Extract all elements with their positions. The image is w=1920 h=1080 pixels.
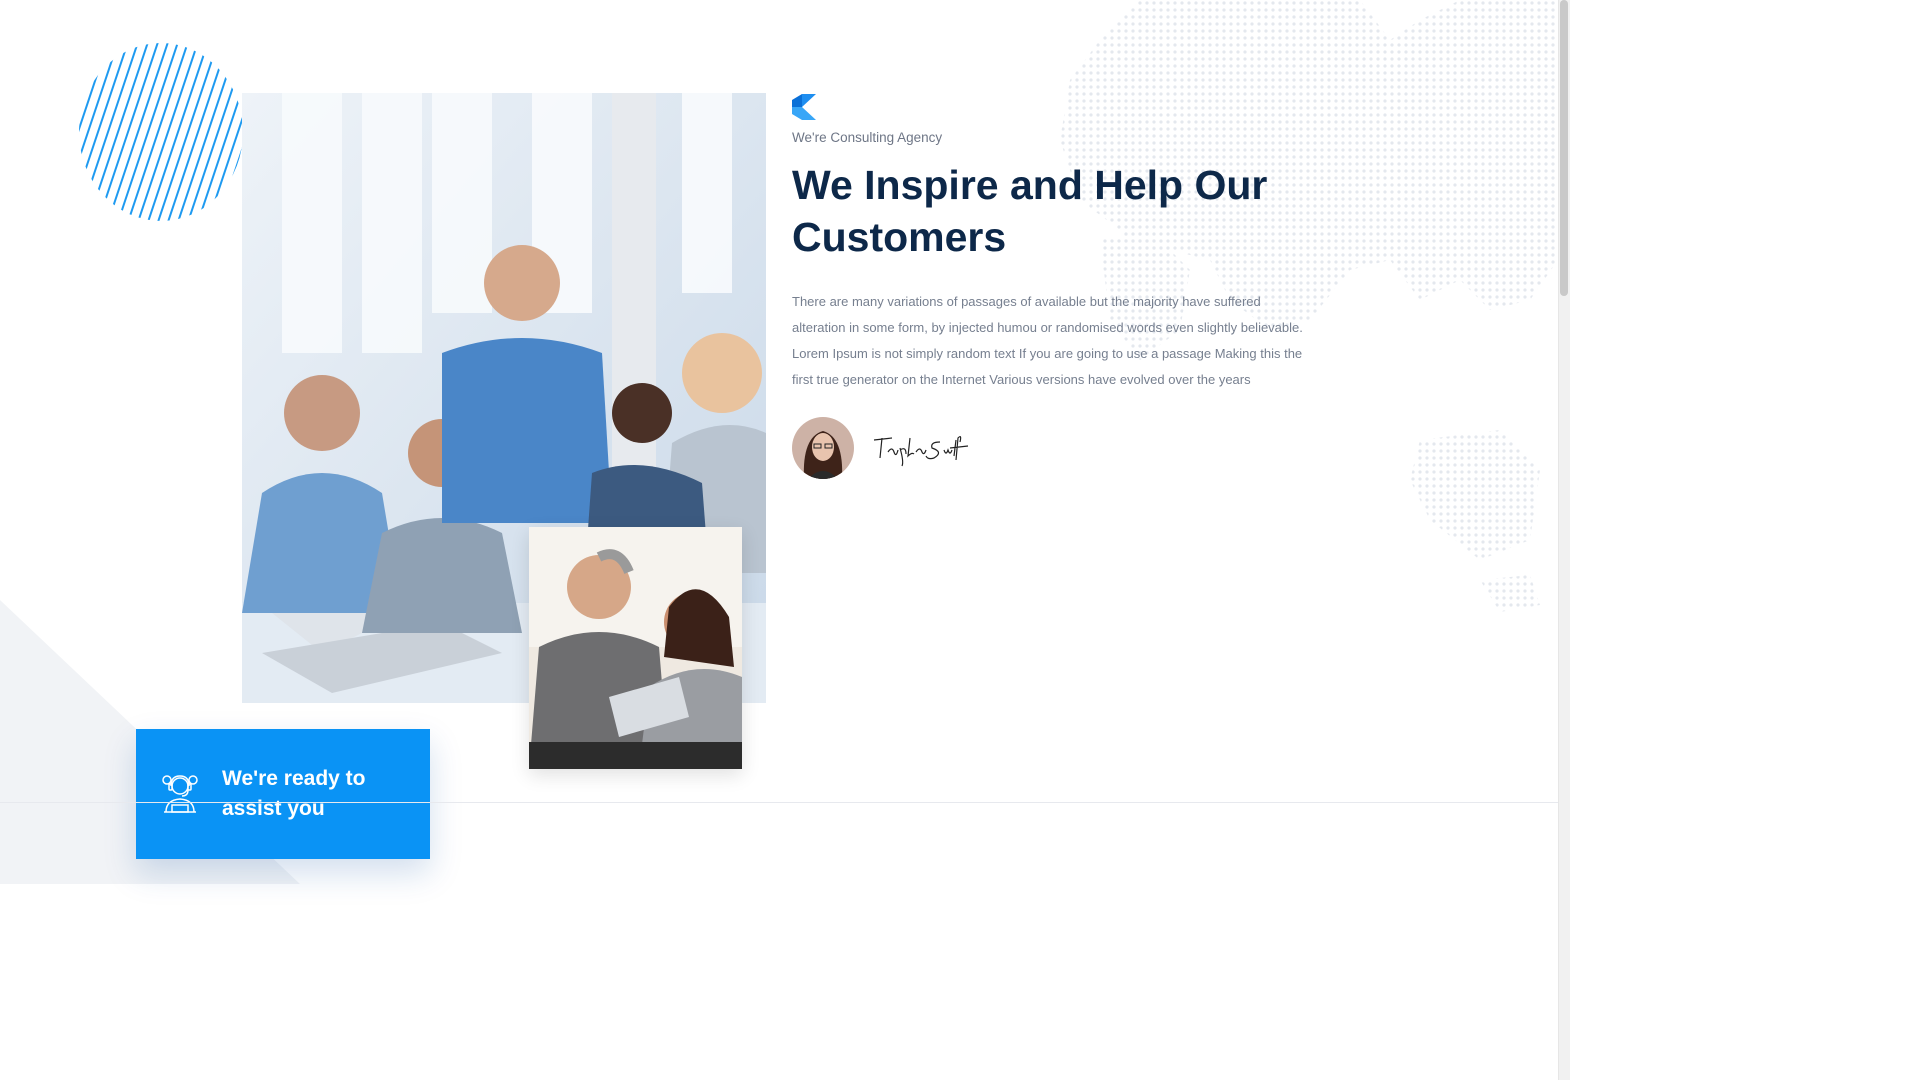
assist-cta-label: We're ready to assist you [222, 767, 366, 820]
advisor-client-photo [529, 527, 742, 769]
brand-chevron-icon [792, 94, 816, 120]
about-content: We're Consulting Agency We Inspire and H… [792, 94, 1352, 479]
assist-cta-card[interactable]: We're ready to assist you [136, 729, 430, 859]
signature-row [792, 417, 1352, 479]
viewport-blank-area [1570, 0, 1920, 1080]
scrollbar-thumb[interactable] [1560, 0, 1568, 296]
section-headline: We Inspire and Help Our Customers [792, 162, 1268, 260]
section-body-text: There are many variations of passages of… [792, 294, 1303, 387]
signature-image [873, 436, 969, 467]
section-tagline: We're Consulting Agency [792, 130, 943, 145]
section-divider [0, 802, 1558, 803]
striped-circle-decoration [79, 43, 243, 221]
page: We're ready to assist you We're Consulti… [0, 0, 1558, 1080]
support-agent-icon [162, 775, 198, 813]
avatar [792, 417, 854, 479]
